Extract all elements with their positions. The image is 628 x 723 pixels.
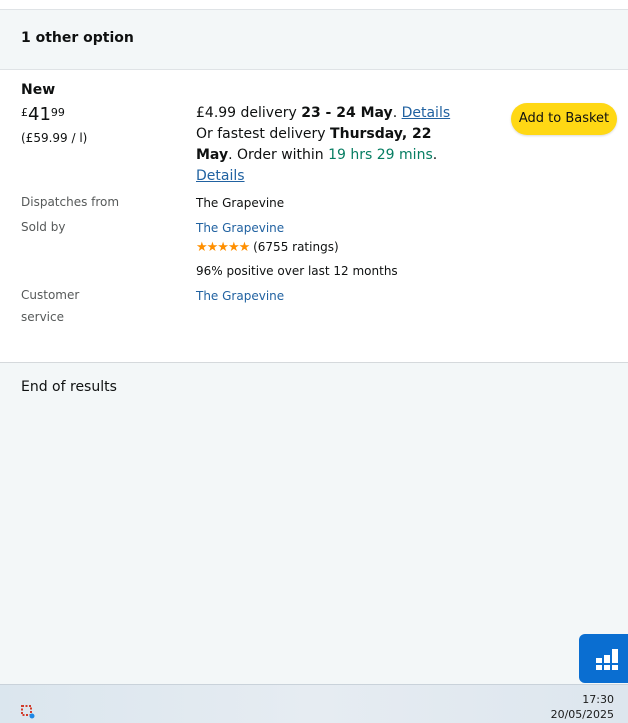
delivery-details-link[interactable]: Details: [402, 105, 451, 121]
price-whole: 41: [28, 104, 51, 125]
order-within-prefix: Order within: [236, 147, 324, 163]
seller-rating[interactable]: ★★★★★ (6755 ratings): [196, 240, 339, 255]
positive-feedback: 96% positive over last 12 months: [196, 264, 398, 278]
order-countdown: 19 hrs 29 mins: [328, 147, 433, 163]
bar-grid-icon: [596, 649, 618, 670]
customer-service-label-line2: service: [21, 310, 64, 324]
delivery-fee: £4.99 delivery: [196, 105, 297, 121]
options-header: 1 other option: [0, 10, 628, 70]
rating-count: (6755 ratings): [253, 240, 339, 254]
customer-service-label: Customer service: [21, 284, 79, 328]
dispatches-from-label: Dispatches from: [21, 195, 120, 209]
add-to-basket-button[interactable]: Add to Basket: [511, 103, 617, 135]
fastest-delivery-prefix: Or fastest delivery: [196, 126, 326, 142]
snipping-tool-icon[interactable]: [21, 705, 35, 719]
top-strip: [0, 0, 628, 10]
fastest-delivery-details-link[interactable]: Details: [196, 168, 245, 184]
clock-date: 20/05/2025: [550, 708, 614, 721]
clock-time: 17:30: [582, 693, 614, 706]
sold-by-link[interactable]: The Grapevine: [196, 221, 284, 235]
options-count-title: 1 other option: [21, 30, 134, 46]
offer-price: £4199: [21, 106, 65, 124]
customer-service-link[interactable]: The Grapevine: [196, 289, 284, 303]
condition-label: New: [21, 82, 56, 98]
delivery-dates: 23 - 24 May: [301, 105, 393, 121]
unit-price: (£59.99 / l): [21, 131, 88, 145]
customer-service-label-line1: Customer: [21, 288, 80, 302]
offer-card: New £4199 (£59.99 / l) £4.99 delivery 23…: [0, 70, 628, 363]
grid-chart-button[interactable]: [579, 634, 628, 683]
taskbar: 17:30 20/05/2025: [0, 684, 628, 723]
end-of-results: End of results: [21, 379, 117, 395]
price-fraction: 99: [50, 106, 65, 119]
delivery-info: £4.99 delivery 23 - 24 May. Details Or f…: [196, 105, 451, 184]
star-rating-icon: ★★★★★: [196, 240, 250, 255]
dispatches-from-value: The Grapevine: [196, 196, 285, 210]
price-symbol: £: [21, 106, 28, 119]
system-clock[interactable]: 17:30 20/05/2025: [551, 692, 614, 722]
sold-by-label: Sold by: [21, 220, 66, 234]
